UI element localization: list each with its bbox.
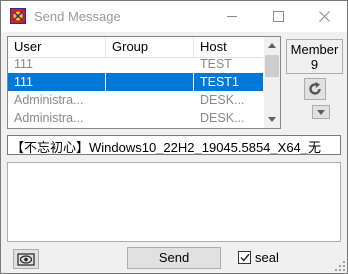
- message-input[interactable]: [7, 162, 341, 242]
- dropdown-button[interactable]: [312, 105, 330, 119]
- scroll-up-icon: [268, 43, 276, 48]
- scroll-up-button[interactable]: [264, 37, 280, 54]
- app-icon: [10, 8, 26, 24]
- column-header-host[interactable]: Host: [194, 37, 263, 57]
- maximize-button[interactable]: [255, 1, 301, 32]
- eye-icon: [17, 252, 35, 266]
- dropdown-arrow-icon: [317, 109, 325, 115]
- scroll-thumb[interactable]: [265, 55, 279, 77]
- cell-user: Administra...: [14, 93, 84, 107]
- cell-host: TEST1: [200, 75, 239, 89]
- cell-group: [106, 91, 194, 109]
- resize-grip-icon[interactable]: [334, 260, 346, 272]
- column-header-group[interactable]: Group: [106, 37, 194, 57]
- seal-label[interactable]: seal: [255, 250, 279, 265]
- close-button[interactable]: [301, 1, 347, 32]
- member-count: 9: [310, 57, 319, 72]
- list-row[interactable]: Administra... DESK...: [8, 91, 263, 109]
- checkmark-icon: [239, 253, 250, 262]
- column-header-user[interactable]: User: [8, 37, 106, 57]
- send-message-window: Send Message User Group Host 111 TEST 11…: [0, 0, 348, 274]
- client-info-field: 【不忘初心】Windows10_22H2_19045.5854_X64_无: [7, 135, 341, 155]
- scroll-down-icon: [268, 117, 276, 122]
- cell-host: DESK...: [200, 111, 245, 125]
- minimize-icon: [226, 16, 237, 17]
- cell-host: TEST: [200, 57, 232, 71]
- cell-user: Administra...: [14, 111, 84, 125]
- maximize-icon: [272, 11, 284, 22]
- cell-user: 111: [8, 73, 106, 91]
- user-list[interactable]: User Group Host 111 TEST 111 TEST1 Admin…: [7, 36, 281, 129]
- close-icon: [318, 11, 330, 22]
- refresh-button[interactable]: [304, 78, 326, 100]
- cell-user: 111: [14, 57, 34, 71]
- send-button[interactable]: Send: [127, 247, 221, 269]
- screenshot-button[interactable]: [13, 249, 39, 269]
- member-label: Member: [290, 42, 339, 57]
- list-row[interactable]: 111 TEST: [8, 55, 263, 73]
- cell-group: [106, 55, 194, 73]
- seal-checkbox[interactable]: [238, 251, 251, 264]
- refresh-icon: [309, 82, 321, 95]
- minimize-button[interactable]: [209, 1, 255, 32]
- cell-group: [106, 73, 194, 91]
- cell-host: DESK...: [200, 93, 245, 107]
- list-row[interactable]: Administra... DESK...: [8, 109, 263, 127]
- cell-group: [106, 109, 194, 127]
- window-title: Send Message: [34, 9, 121, 24]
- list-row-selected[interactable]: 111 TEST1: [8, 73, 263, 91]
- member-count-box: Member 9: [286, 39, 343, 74]
- client-info-text: 【不忘初心】Windows10_22H2_19045.5854_X64_无: [11, 140, 322, 155]
- scroll-down-button[interactable]: [264, 111, 280, 128]
- title-bar[interactable]: Send Message: [1, 1, 347, 32]
- list-scrollbar[interactable]: [264, 37, 280, 128]
